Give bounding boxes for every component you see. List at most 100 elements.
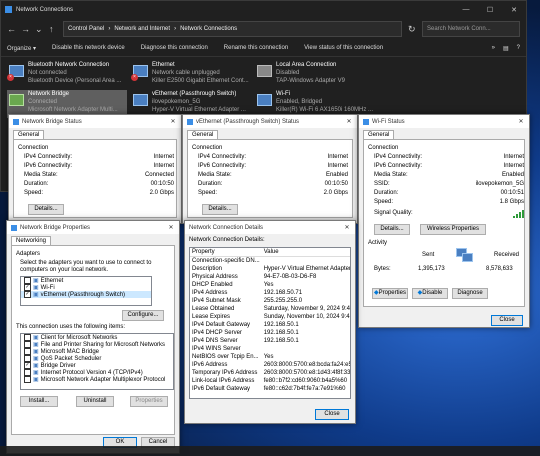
breadcrumb-item[interactable]: Network and Internet [114,26,170,32]
dialog-titlebar[interactable]: Wi-Fi Status ✕ [359,115,529,128]
value-cell: Saturday, November 9, 2024 9:45:31 [263,306,350,312]
table-row[interactable]: DHCP Enabled Yes [190,281,350,289]
table-row[interactable]: Lease Obtained Saturday, November 9, 2024… [190,305,350,313]
adapter-local-area[interactable]: Local Area Connection Disabled TAP-Windows… [255,61,375,89]
checkbox[interactable]: ✓ [24,362,31,369]
dialog-titlebar[interactable]: Network Bridge Properties ✕ [7,221,179,234]
close-button[interactable]: Close [315,409,349,420]
back-icon[interactable]: ← [7,24,16,34]
properties-button[interactable]: ◆Properties [372,288,408,299]
checkbox[interactable] [24,376,31,383]
properties-button[interactable]: Properties [130,396,168,407]
tab-general[interactable]: General [13,130,45,139]
close-icon[interactable]: ✕ [165,118,181,125]
organize-button[interactable]: Organize ▾ [7,45,36,52]
maximize-icon[interactable]: ☐ [478,6,502,14]
list-item[interactable]: ✓ ▣ Wi-Fi [21,284,151,291]
adapters-hint: Select the adapters you want to use to c… [20,260,152,273]
adapter-bluetooth[interactable]: × Bluetooth Network Connection Not connec… [7,61,127,89]
table-row[interactable]: IPv6 Default Gateway fe80::c62d:7b4f:fe7a… [190,385,350,393]
details-button[interactable]: Details... [202,204,238,215]
table-row[interactable]: NetBIOS over Tcpip En... Yes [190,353,350,361]
details-button[interactable]: Details... [374,224,410,235]
diagnose-button[interactable]: Diagnose this connection [141,45,208,51]
table-row[interactable]: IPv4 Default Gateway 192.168.50.1 [190,321,350,329]
table-row[interactable]: Connection-specific DN... [190,257,350,266]
uninstall-button[interactable]: Uninstall [76,396,114,407]
forward-icon[interactable]: → [21,24,30,34]
explorer-titlebar[interactable]: Network Connections — ☐ ✕ [1,1,526,18]
checkbox[interactable] [24,348,31,355]
list-item[interactable]: ▣ Client for Microsoft Networks [21,334,173,341]
close-icon[interactable]: ✕ [339,224,355,231]
checkbox[interactable] [24,355,31,362]
tab-general[interactable]: General [363,130,395,139]
adapter-status: Enabled, Bridged [276,99,323,105]
table-row[interactable]: Physical Address 94-E7-0B-03-D6-F8 [190,273,350,281]
close-icon[interactable]: ✕ [502,6,526,14]
property-cell: NetBIOS over Tcpip En... [192,354,259,360]
checkbox[interactable] [24,341,31,348]
details-button[interactable]: Details... [28,204,64,215]
view-status-button[interactable]: View status of this connection [304,45,383,51]
diagnose-button[interactable]: Diagnose [452,288,488,299]
list-item[interactable]: ▣ Microsoft MAC Bridge [21,348,173,355]
search-input[interactable]: Search Network Conn... [422,21,520,37]
table-row[interactable]: Link-local IPv6 Address fe80::b7f2:cd60:9… [190,377,350,385]
wireless-properties-button[interactable]: Wireless Properties [420,224,486,235]
breadcrumb-item[interactable]: Network Connections [180,26,237,32]
breadcrumb-item[interactable]: Control Panel [68,26,104,32]
configure-button[interactable]: Configure... [122,310,164,321]
tab-networking[interactable]: Networking [11,236,52,245]
property-cell: Lease Obtained [192,306,235,312]
property-cell: IPv4 Subnet Mask [192,298,241,304]
help-icon[interactable]: ? [517,45,520,52]
table-row[interactable]: IPv6 Address 2603:8000:5700:e8:bcda:fa24:… [190,361,350,369]
checkbox[interactable] [24,277,31,284]
view-options-icon[interactable]: ▤ [503,45,509,52]
list-item[interactable]: ✓ ▣ vEthernet (Passthrough Switch) [21,291,151,298]
table-row[interactable]: Description Hyper-V Virtual Ethernet Adap… [190,265,350,273]
rename-button[interactable]: Rename this connection [224,45,288,51]
adapter-ethernet[interactable]: × Ethernet Network cable unplugged Killer … [131,61,251,89]
column-header-property[interactable]: Property [190,248,262,257]
close-icon[interactable]: ✕ [341,118,357,125]
install-button[interactable]: Install... [20,396,58,407]
close-button[interactable]: Close [491,315,523,326]
list-item[interactable]: ▣ QoS Packet Scheduler [21,355,173,362]
list-item[interactable]: ▣ Microsoft Network Adapter Multiplexor P… [21,376,173,383]
checkbox[interactable]: ✓ [24,284,31,291]
table-row[interactable]: IPv4 WINS Server [190,345,350,353]
service-icon: ▣ [33,356,39,362]
property-cell: Connection-specific DN... [192,258,260,264]
close-icon[interactable]: ✕ [163,224,179,231]
table-row[interactable]: Lease Expires Sunday, November 10, 2024 9… [190,313,350,321]
address-bar[interactable]: Control Panel › Network and Internet › N… [63,21,402,37]
list-item[interactable]: ✓ ▣ Bridge Driver [21,362,173,369]
table-row[interactable]: IPv4 DNS Server 192.168.50.1 [190,337,350,345]
more-options-icon[interactable]: » [492,45,495,52]
table-row[interactable]: IPv4 Subnet Mask 255.255.255.0 [190,297,350,305]
checkbox[interactable] [24,369,31,376]
dialog-titlebar[interactable]: Network Bridge Status ✕ [9,115,181,128]
list-item[interactable]: ▣ File and Printer Sharing for Microsoft … [21,341,173,348]
table-row[interactable]: Temporary IPv6 Address 2603:8000:5700:e8:… [190,369,350,377]
dialog-titlebar[interactable]: Network Connection Details ✕ [185,221,355,234]
column-header-value[interactable]: Value [262,248,350,257]
list-item[interactable]: ▣ Ethernet [21,277,151,284]
minimize-icon[interactable]: — [454,6,478,14]
chevron-down-icon[interactable]: ⌄ [35,24,43,35]
checkbox[interactable] [24,334,31,341]
table-row[interactable]: IPv4 Address 192.168.50.71 [190,289,350,297]
tab-general[interactable]: General [187,130,219,139]
disable-device-button[interactable]: Disable this network device [52,45,125,51]
list-item[interactable]: ▣ Internet Protocol Version 4 (TCP/IPv4) [21,369,173,376]
table-row[interactable]: IPv4 DHCP Server 192.168.50.1 [190,329,350,337]
property-cell: Physical Address [192,274,238,280]
refresh-icon[interactable]: ↻ [408,24,416,35]
up-icon[interactable]: ↑ [49,24,57,34]
checkbox[interactable]: ✓ [24,291,31,298]
dialog-titlebar[interactable]: vEthernet (Passthrough Switch) Status ✕ [183,115,357,128]
disable-button[interactable]: ◆Disable [412,288,448,299]
close-icon[interactable]: ✕ [513,118,529,125]
